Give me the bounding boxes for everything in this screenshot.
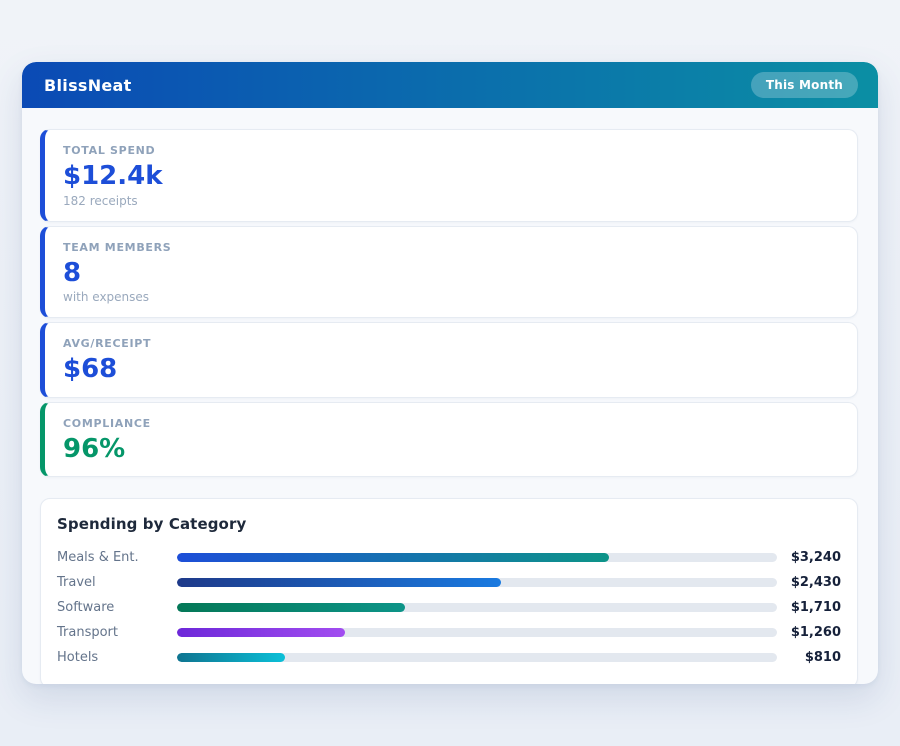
app-title: BlissNeat [44, 76, 132, 95]
stat-value: $12.4k [63, 162, 839, 191]
category-row: Transport $1,260 [57, 620, 841, 645]
category-value: $3,240 [777, 550, 841, 565]
bar-fill [177, 653, 285, 662]
bar-fill [177, 553, 609, 562]
category-label: Transport [57, 625, 177, 640]
category-row: Hotels $810 [57, 645, 841, 670]
stats-section: TOTAL SPEND $12.4k 182 receipts TEAM MEM… [40, 129, 858, 477]
category-value: $1,260 [777, 625, 841, 640]
spending-by-category-card: Spending by Category Meals & Ent. $3,240 T… [40, 498, 858, 684]
category-row: Software $1,710 [57, 595, 841, 620]
chart-title: Spending by Category [57, 515, 841, 533]
category-value: $1,710 [777, 600, 841, 615]
app-header: BlissNeat This Month [22, 62, 878, 108]
stat-value: 96% [63, 435, 839, 464]
category-row: Meals & Ent. $3,240 [57, 545, 841, 570]
category-label: Travel [57, 575, 177, 590]
category-value: $810 [777, 650, 841, 665]
bar-fill [177, 628, 345, 637]
stat-label: COMPLIANCE [63, 417, 839, 430]
bar-track [177, 653, 777, 662]
period-badge[interactable]: This Month [751, 72, 858, 98]
stat-label: TEAM MEMBERS [63, 241, 839, 254]
stat-label: TOTAL SPEND [63, 144, 839, 157]
dashboard-panel: BlissNeat This Month TOTAL SPEND $12.4k … [22, 62, 878, 684]
stat-subtitle: 182 receipts [63, 194, 839, 208]
stat-card-avg-receipt: AVG/RECEIPT $68 [40, 322, 858, 398]
stat-card-compliance: COMPLIANCE 96% [40, 402, 858, 478]
bar-track [177, 603, 777, 612]
stat-value: $68 [63, 355, 839, 384]
page-background: BlissNeat This Month TOTAL SPEND $12.4k … [0, 0, 900, 746]
stat-subtitle: with expenses [63, 290, 839, 304]
stat-value: 8 [63, 259, 839, 288]
bar-fill [177, 603, 405, 612]
stat-label: AVG/RECEIPT [63, 337, 839, 350]
bar-track [177, 553, 777, 562]
category-label: Hotels [57, 650, 177, 665]
bar-fill [177, 578, 501, 587]
category-row: Travel $2,430 [57, 570, 841, 595]
category-value: $2,430 [777, 575, 841, 590]
bar-track [177, 578, 777, 587]
main-content: TOTAL SPEND $12.4k 182 receipts TEAM MEM… [22, 108, 878, 684]
bar-track [177, 628, 777, 637]
stat-card-team-members: TEAM MEMBERS 8 with expenses [40, 226, 858, 319]
category-bars: Meals & Ent. $3,240 Travel $2,430 Software $1… [57, 545, 841, 670]
category-label: Meals & Ent. [57, 550, 177, 565]
stat-card-total-spend: TOTAL SPEND $12.4k 182 receipts [40, 129, 858, 222]
category-label: Software [57, 600, 177, 615]
